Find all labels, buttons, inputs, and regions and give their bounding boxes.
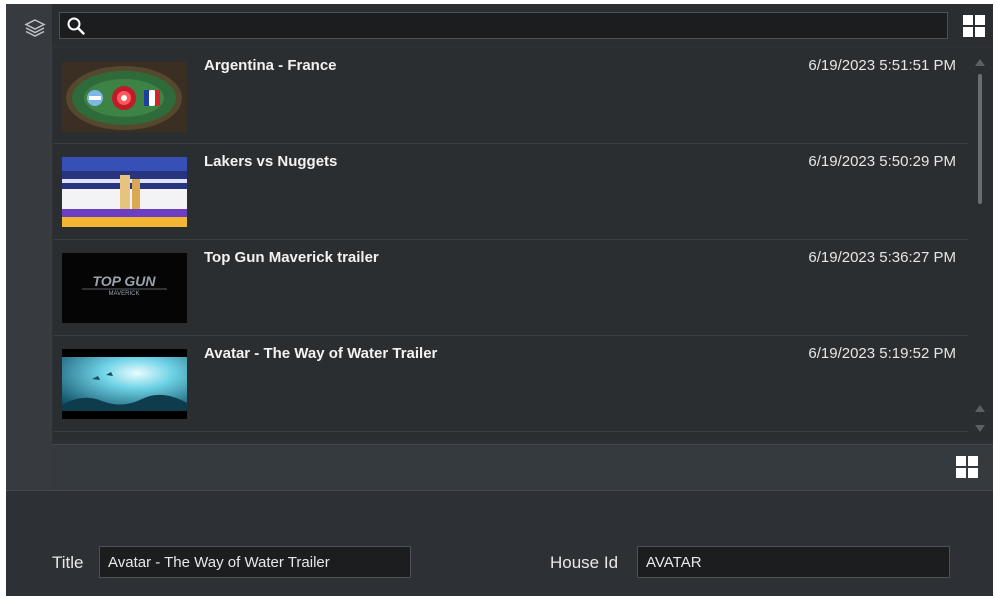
list-item[interactable]: Argentina - France 6/19/2023 5:51:51 PM: [53, 48, 968, 144]
list-item[interactable]: [53, 432, 968, 440]
list-item[interactable]: TOP GUN MAVERICK Top Gun Maverick traile…: [53, 240, 968, 336]
basketball-court-thumbnail: [62, 157, 187, 227]
grid-view-icon[interactable]: [962, 14, 986, 38]
layers-icon[interactable]: [24, 18, 46, 38]
search-icon[interactable]: [66, 16, 86, 36]
item-title: Top Gun Maverick trailer: [204, 249, 379, 266]
svg-text:MAVERICK: MAVERICK: [109, 291, 140, 297]
scroll-up-arrow-icon[interactable]: [975, 405, 985, 412]
scroll-up-arrow-icon[interactable]: [975, 59, 985, 66]
item-title: Lakers vs Nuggets: [204, 153, 338, 170]
top-gun-logo-thumbnail: TOP GUN MAVERICK: [62, 253, 187, 323]
svg-text:TOP GUN: TOP GUN: [92, 273, 156, 289]
grid-view-icon[interactable]: [955, 455, 979, 479]
house-id-field[interactable]: [637, 546, 950, 578]
item-title: Avatar - The Way of Water Trailer: [204, 345, 438, 362]
underwater-thumbnail: [62, 349, 187, 419]
soccer-stadium-thumbnail: [62, 62, 187, 132]
item-title: Argentina - France: [204, 57, 337, 74]
item-date: 6/19/2023 5:51:51 PM: [808, 57, 956, 74]
list-scrollbar[interactable]: [968, 48, 993, 440]
search-box: [59, 12, 948, 39]
title-label: Title: [52, 553, 84, 572]
item-date: 6/19/2023 5:50:29 PM: [808, 153, 956, 170]
item-date: 6/19/2023 5:19:52 PM: [808, 345, 956, 362]
item-date: 6/19/2023 5:36:27 PM: [808, 249, 956, 266]
list-item[interactable]: Avatar - The Way of Water Trailer 6/19/2…: [53, 336, 968, 432]
left-rail: [6, 4, 52, 490]
list-footer-bar: [52, 444, 993, 491]
media-list: Argentina - France 6/19/2023 5:51:51 PM …: [53, 48, 968, 440]
title-field[interactable]: [99, 546, 411, 578]
search-input[interactable]: [92, 15, 936, 38]
house-id-label: House Id: [550, 553, 619, 572]
scroll-down-arrow-icon[interactable]: [975, 425, 985, 432]
scroll-thumb[interactable]: [978, 74, 982, 204]
divider: [6, 490, 993, 491]
list-item[interactable]: Lakers vs Nuggets 6/19/2023 5:50:29 PM: [53, 144, 968, 240]
